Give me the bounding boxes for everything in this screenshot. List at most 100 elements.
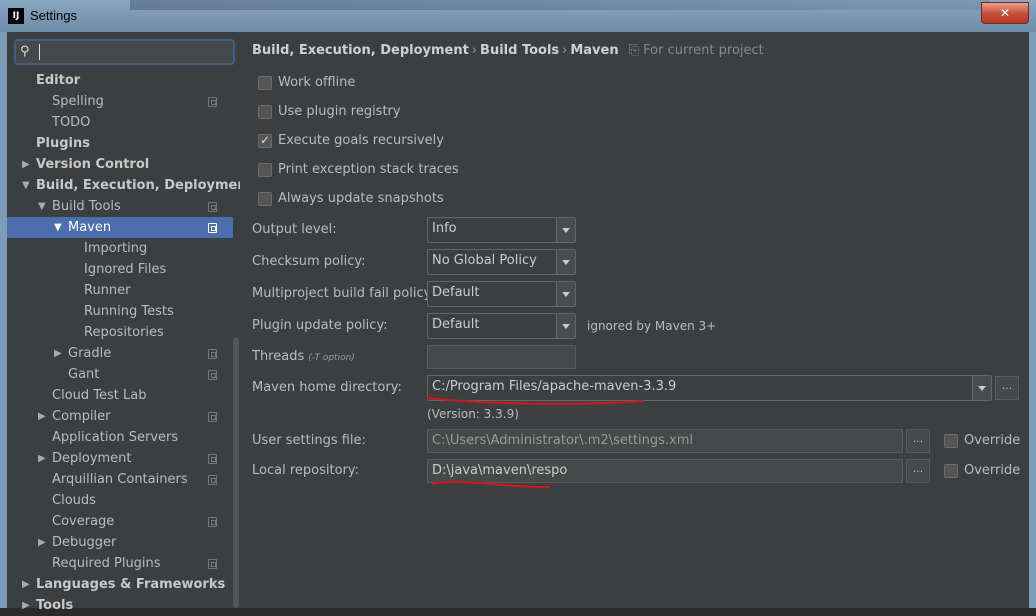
tree-item-label: Build Tools bbox=[52, 199, 121, 214]
tree-item-clouds[interactable]: Clouds bbox=[7, 490, 233, 511]
local-repository-label: Local repository: bbox=[252, 463, 359, 478]
tree-item-importing[interactable]: Importing bbox=[7, 238, 233, 259]
collapse-arrow-icon[interactable]: ▼ bbox=[22, 175, 34, 196]
tree-item-repositories[interactable]: Repositories bbox=[7, 322, 233, 343]
search-icon: ⚲ bbox=[20, 44, 30, 59]
tree-item-runner[interactable]: Runner bbox=[7, 280, 233, 301]
tree-item-running-tests[interactable]: Running Tests bbox=[7, 301, 233, 322]
local-repository-browse-button[interactable]: ... bbox=[906, 459, 930, 483]
window-frame-right bbox=[1029, 32, 1036, 608]
title-bar: IJ Settings ✕ bbox=[0, 0, 1036, 32]
checkbox-label: Override bbox=[964, 463, 1021, 478]
tree-item-plugins[interactable]: Plugins bbox=[7, 133, 233, 154]
expand-arrow-icon[interactable]: ▶ bbox=[22, 154, 34, 175]
checkbox-box[interactable] bbox=[258, 192, 272, 206]
red-underline-annotation bbox=[426, 397, 644, 405]
expand-arrow-icon[interactable]: ▶ bbox=[54, 343, 66, 364]
checkbox-box-checked[interactable] bbox=[258, 130, 272, 150]
project-scope-icon bbox=[208, 202, 217, 212]
sidebar-scrollbar[interactable] bbox=[233, 337, 239, 608]
tree-item-compiler[interactable]: ▶ Compiler bbox=[7, 406, 233, 427]
tree-item-ignored-files[interactable]: Ignored Files bbox=[7, 259, 233, 280]
output-level-select[interactable]: Info bbox=[427, 217, 576, 243]
maven-home-browse-button[interactable]: ... bbox=[995, 376, 1019, 400]
input-value: C:\Users\Administrator\.m2\settings.xml bbox=[432, 433, 694, 448]
checkbox-label: Use plugin registry bbox=[278, 104, 401, 119]
user-settings-input[interactable]: C:\Users\Administrator\.m2\settings.xml bbox=[427, 429, 903, 453]
tree-item-build-tools[interactable]: ▼ Build Tools bbox=[7, 196, 233, 217]
expand-arrow-icon[interactable]: ▶ bbox=[38, 406, 50, 427]
maven-home-label: Maven home directory: bbox=[252, 380, 402, 395]
close-button[interactable]: ✕ bbox=[981, 2, 1029, 24]
checkbox-box[interactable] bbox=[258, 105, 272, 119]
collapse-arrow-icon[interactable]: ▼ bbox=[38, 196, 50, 217]
chevron-down-icon[interactable] bbox=[556, 282, 575, 306]
tree-item-label: Ignored Files bbox=[84, 262, 167, 277]
tree-item-label: Cloud Test Lab bbox=[52, 388, 147, 403]
fail-policy-label: Multiproject build fail policy: bbox=[252, 286, 435, 301]
tree-item-label: Debugger bbox=[52, 535, 117, 550]
tree-item-label: Compiler bbox=[52, 409, 111, 424]
tree-item-tools[interactable]: ▶ Tools bbox=[7, 595, 233, 616]
checkbox-box[interactable] bbox=[944, 434, 958, 448]
expand-arrow-icon[interactable]: ▶ bbox=[38, 532, 50, 553]
tree-item-label: Spelling bbox=[52, 94, 104, 109]
threads-input[interactable] bbox=[427, 345, 576, 369]
chevron-down-icon[interactable] bbox=[556, 218, 575, 242]
project-scope-icon bbox=[208, 97, 217, 107]
tree-item-application-servers[interactable]: Application Servers bbox=[7, 427, 233, 448]
tree-item-build-execution-deployment[interactable]: ▼ Build, Execution, Deployment bbox=[7, 175, 253, 196]
tree-item-spelling[interactable]: Spelling bbox=[7, 91, 233, 112]
tree-item-label: Gradle bbox=[68, 346, 112, 361]
tree-item-cloud-test-lab[interactable]: Cloud Test Lab bbox=[7, 385, 233, 406]
plugin-update-policy-select[interactable]: Default bbox=[427, 313, 576, 339]
checkbox-box[interactable] bbox=[258, 163, 272, 177]
window-frame-left bbox=[0, 32, 7, 608]
project-scope-icon bbox=[208, 370, 217, 380]
tree-item-required-plugins[interactable]: Required Plugins bbox=[7, 553, 233, 574]
tree-item-label: Maven bbox=[68, 220, 112, 235]
chevron-down-icon[interactable] bbox=[556, 314, 575, 338]
expand-arrow-icon[interactable]: ▶ bbox=[22, 574, 34, 595]
select-value: No Global Policy bbox=[432, 253, 537, 268]
tree-item-deployment[interactable]: ▶ Deployment bbox=[7, 448, 233, 469]
tree-item-label: Required Plugins bbox=[52, 556, 161, 571]
red-underline-stroke bbox=[426, 397, 644, 405]
fail-policy-select[interactable]: Default bbox=[427, 281, 576, 307]
tree-item-label: Repositories bbox=[84, 325, 164, 340]
tree-item-label: Importing bbox=[84, 241, 148, 256]
select-value: Default bbox=[432, 317, 480, 332]
checkbox-box[interactable] bbox=[944, 464, 958, 478]
expand-arrow-icon[interactable]: ▶ bbox=[22, 595, 34, 616]
expand-arrow-icon[interactable]: ▶ bbox=[38, 448, 50, 469]
user-settings-browse-button[interactable]: ... bbox=[906, 429, 930, 453]
tree-item-label: Build, Execution, Deployment bbox=[36, 178, 253, 193]
project-scope-text: For current project bbox=[643, 43, 764, 58]
tree-item-todo[interactable]: TODO bbox=[7, 112, 233, 133]
select-value: Default bbox=[432, 285, 480, 300]
tree-item-label: Tools bbox=[36, 598, 74, 613]
project-scope-icon bbox=[208, 223, 217, 233]
tree-item-languages-frameworks[interactable]: ▶ Languages & Frameworks bbox=[7, 574, 233, 595]
chevron-down-icon[interactable] bbox=[556, 250, 575, 274]
user-settings-label: User settings file: bbox=[252, 433, 366, 448]
collapse-arrow-icon[interactable]: ▼ bbox=[54, 217, 66, 238]
tree-item-gant[interactable]: Gant bbox=[7, 364, 233, 385]
checkbox-box[interactable] bbox=[258, 76, 272, 90]
tree-item-label: Arquillian Containers bbox=[52, 472, 188, 487]
chevron-down-icon[interactable] bbox=[972, 376, 991, 400]
tree-item-label: Languages & Frameworks bbox=[36, 577, 226, 592]
tree-item-arquillian-containers[interactable]: Arquillian Containers bbox=[7, 469, 233, 490]
red-underline-stroke bbox=[431, 481, 551, 489]
breadcrumb-item: Build Tools bbox=[480, 43, 560, 58]
red-underline-annotation bbox=[431, 481, 551, 489]
tree-item-editor[interactable]: Editor bbox=[7, 70, 233, 91]
breadcrumb-item: Build, Execution, Deployment bbox=[252, 43, 469, 58]
tree-item-coverage[interactable]: Coverage bbox=[7, 511, 233, 532]
tree-item-gradle[interactable]: ▶ Gradle bbox=[7, 343, 233, 364]
tree-item-version-control[interactable]: ▶ Version Control bbox=[7, 154, 233, 175]
tree-item-debugger[interactable]: ▶ Debugger bbox=[7, 532, 233, 553]
search-input[interactable]: ⚲ bbox=[14, 39, 235, 65]
tree-item-maven[interactable]: ▼ Maven bbox=[7, 217, 233, 238]
checksum-policy-select[interactable]: No Global Policy bbox=[427, 249, 576, 275]
